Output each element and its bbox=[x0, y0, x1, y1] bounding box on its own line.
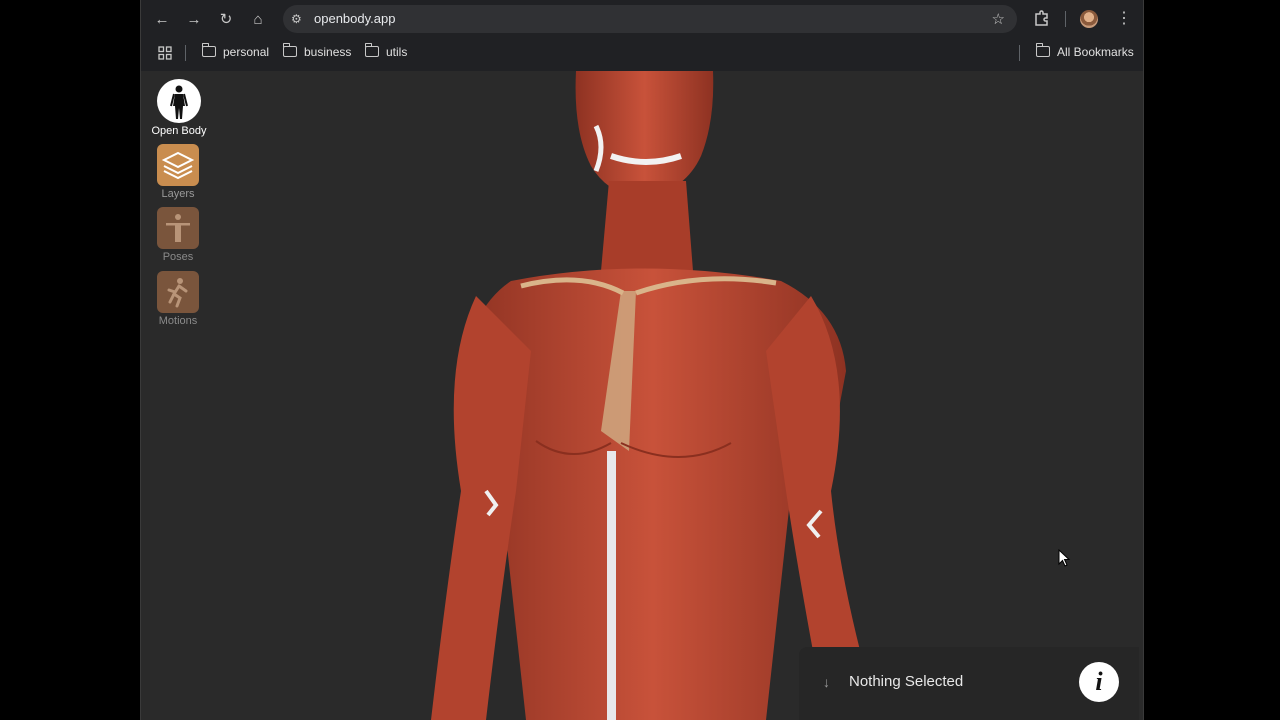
sidebar-item-label: Layers bbox=[161, 188, 195, 200]
folder-icon bbox=[201, 43, 216, 57]
forward-arrow-icon[interactable]: → bbox=[183, 9, 205, 31]
apps-grid-icon[interactable] bbox=[158, 46, 172, 60]
folder-icon bbox=[364, 43, 379, 57]
sidebar-item-layers[interactable]: Layers bbox=[143, 144, 213, 200]
human-figure-logo-icon bbox=[157, 79, 201, 123]
selection-status: Nothing Selected bbox=[849, 673, 964, 690]
reload-icon[interactable]: ↻ bbox=[215, 9, 237, 31]
bookmarks-separator bbox=[185, 45, 186, 61]
brand-label: Open Body bbox=[151, 125, 207, 137]
home-icon[interactable]: ⌂ bbox=[247, 9, 269, 31]
toolbar-separator bbox=[1065, 11, 1066, 27]
muscle-anatomy-model[interactable] bbox=[141, 71, 1143, 720]
layers-icon bbox=[157, 144, 199, 186]
site-settings-icon[interactable]: ⚙ bbox=[291, 12, 305, 26]
address-bar[interactable]: ⚙ openbody.app ☆ bbox=[283, 5, 1017, 33]
bookmark-utils[interactable]: utils bbox=[364, 38, 407, 71]
profile-avatar[interactable] bbox=[1080, 10, 1098, 28]
extensions-puzzle-icon[interactable] bbox=[1033, 9, 1051, 27]
browser-window: ← → ↻ ⌂ ⚙ openbody.app ☆ ⋮ personal busi… bbox=[140, 0, 1144, 720]
back-arrow-icon[interactable]: ← bbox=[151, 9, 173, 31]
sidebar-item-label: Poses bbox=[162, 251, 194, 263]
sidebar-item-motions[interactable]: Motions bbox=[143, 271, 213, 327]
info-icon[interactable]: i bbox=[1079, 662, 1119, 702]
bookmarks-bar: personal business utils All Bookmarks bbox=[141, 38, 1143, 72]
bookmark-star-icon[interactable]: ☆ bbox=[992, 10, 1005, 28]
all-bookmarks[interactable]: All Bookmarks bbox=[1035, 38, 1134, 71]
bookmark-business[interactable]: business bbox=[282, 38, 351, 71]
browser-toolbar: ← → ↻ ⌂ ⚙ openbody.app ☆ ⋮ bbox=[141, 0, 1143, 38]
folder-icon bbox=[282, 43, 297, 57]
bookmark-personal[interactable]: personal bbox=[201, 38, 269, 71]
chevron-down-icon[interactable]: ↓ bbox=[823, 674, 830, 690]
bookmarks-separator bbox=[1019, 45, 1020, 61]
selection-panel: ↓ Nothing Selected i bbox=[799, 647, 1139, 720]
pose-icon bbox=[157, 207, 199, 249]
url-text[interactable]: openbody.app bbox=[314, 5, 395, 33]
sidebar-item-label: Motions bbox=[158, 315, 198, 327]
mouse-cursor-icon bbox=[1058, 549, 1071, 567]
sidebar-item-poses[interactable]: Poses bbox=[143, 207, 213, 263]
viewport-3d[interactable]: Open Body Layers Poses Motions ↓ Nothing… bbox=[141, 71, 1143, 720]
menu-kebab-icon[interactable]: ⋮ bbox=[1116, 9, 1132, 29]
sidebar-brand[interactable]: Open Body bbox=[144, 79, 214, 137]
folder-icon bbox=[1035, 43, 1050, 57]
running-figure-icon bbox=[157, 271, 199, 313]
